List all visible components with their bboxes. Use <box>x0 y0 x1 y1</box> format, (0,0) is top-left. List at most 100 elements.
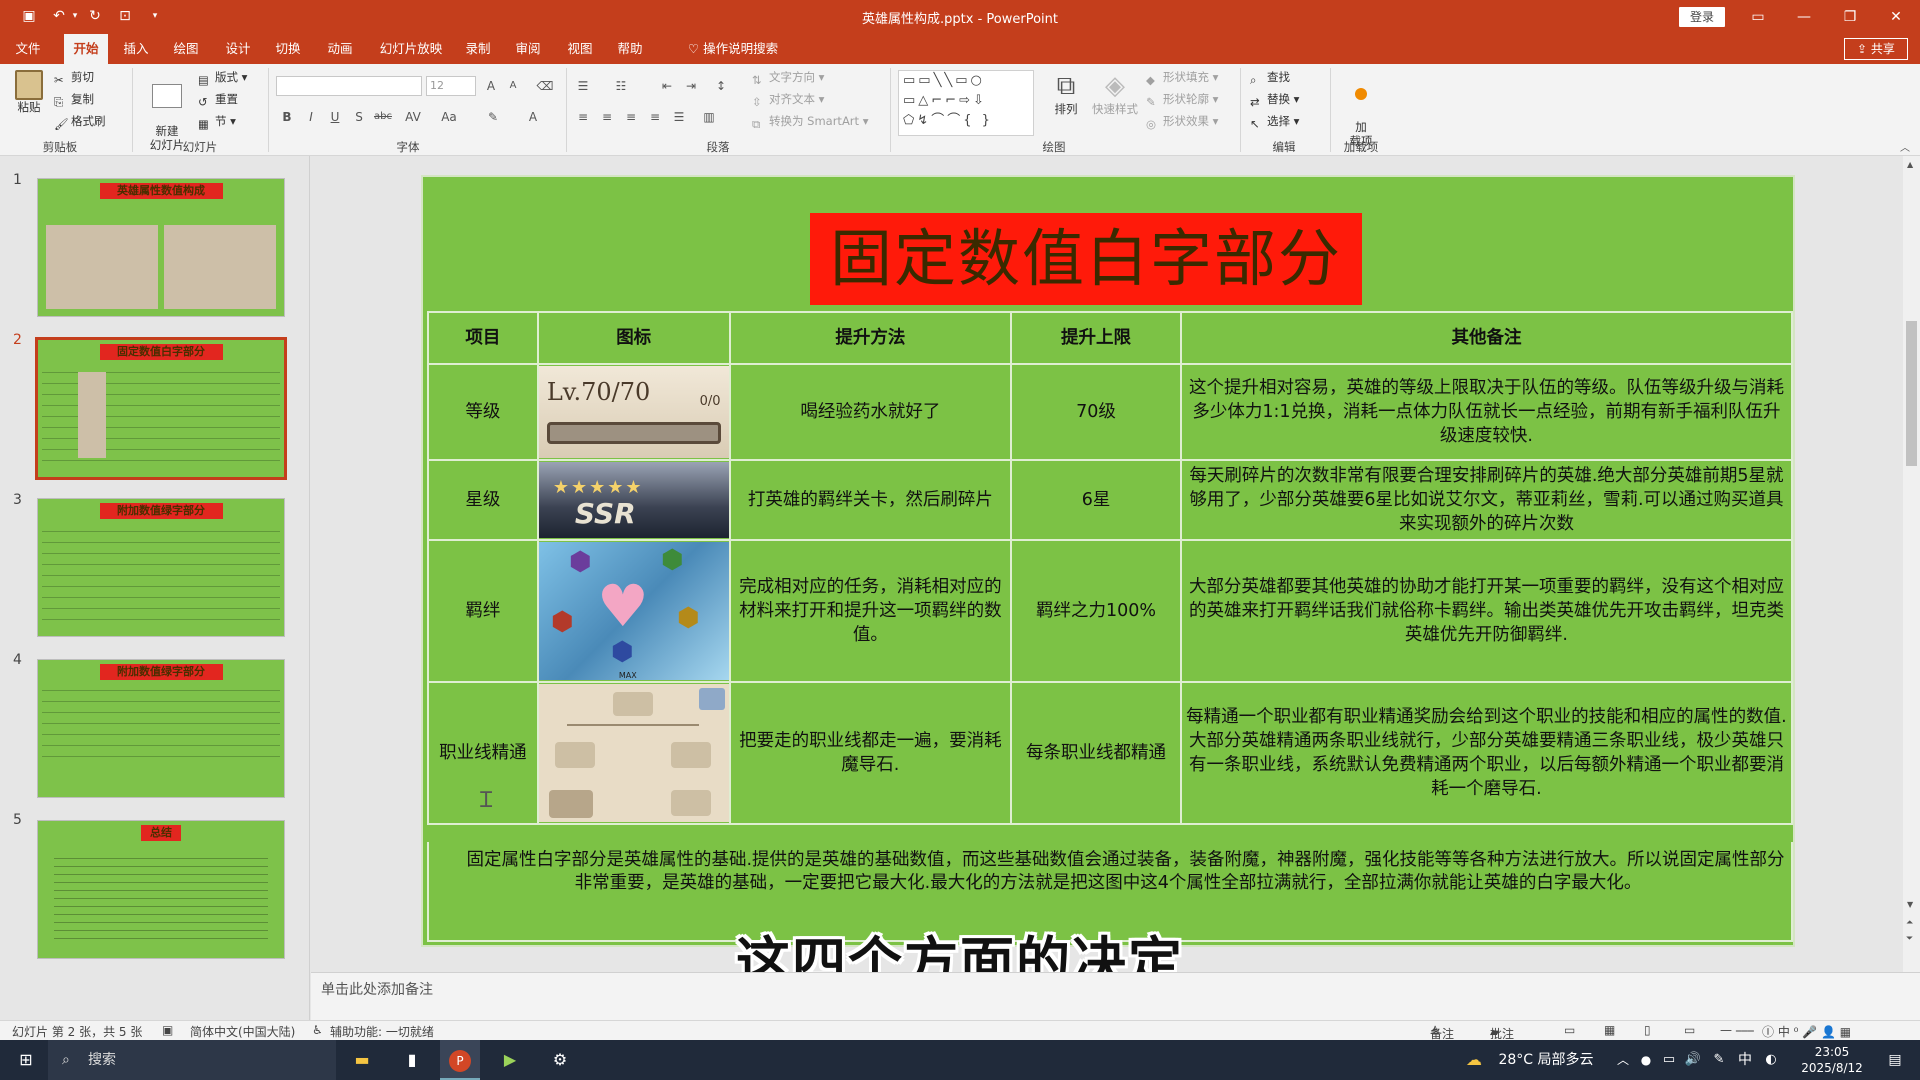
reading-view-icon[interactable]: ▯ <box>1644 1023 1651 1037</box>
cut-button[interactable]: ✂ 剪切 <box>54 68 94 87</box>
slideshow-icon[interactable]: ▭ <box>1684 1023 1695 1037</box>
login-button[interactable]: 登录 <box>1679 7 1725 27</box>
tab-insert[interactable]: 插入 <box>116 34 156 64</box>
font-size-box[interactable]: 12 <box>426 76 476 96</box>
tab-review[interactable]: 审阅 <box>508 34 548 64</box>
shadow-icon[interactable]: S <box>350 108 368 126</box>
windows-start-icon[interactable]: ⊞ <box>8 1040 44 1080</box>
replace-button[interactable]: ⇄ 替换 ▾ <box>1250 90 1299 109</box>
grow-font-icon[interactable]: A <box>482 77 500 95</box>
tab-transitions[interactable]: 切换 <box>268 34 308 64</box>
line-spacing-icon[interactable]: ↕ <box>712 77 730 95</box>
volume-icon[interactable]: 🔊 <box>1682 1040 1704 1080</box>
quick-styles-button[interactable]: ◈ 快速样式 <box>1090 70 1140 116</box>
minimize-icon[interactable]: — <box>1784 4 1824 30</box>
close-icon[interactable]: ✕ <box>1876 4 1916 30</box>
justify-icon[interactable]: ≡ <box>646 108 664 126</box>
ime-indicator[interactable]: 中 <box>1734 1040 1756 1080</box>
tab-help[interactable]: 帮助 <box>610 34 650 64</box>
taskbar-search[interactable]: ⌕ 搜索 <box>48 1040 336 1080</box>
slide-thumbnail-4[interactable]: 附加数值绿字部分 <box>37 659 285 798</box>
next-slide-icon[interactable]: ⏷ <box>1906 934 1913 944</box>
bold-icon[interactable]: B <box>278 108 296 126</box>
file-explorer-icon[interactable]: ▬ <box>344 1040 380 1080</box>
decrease-indent-icon[interactable]: ⇤ <box>658 77 676 95</box>
text-direction-button[interactable]: ⇅ 文字方向 ▾ <box>752 68 824 87</box>
font-color-icon[interactable]: A <box>524 108 542 126</box>
tab-slideshow[interactable]: 幻灯片放映 <box>372 34 450 64</box>
select-button[interactable]: ↖ 选择 ▾ <box>1250 112 1299 131</box>
find-button[interactable]: ⌕ 查找 <box>1250 68 1290 87</box>
ime-mode-icon[interactable]: ◐ <box>1760 1040 1782 1080</box>
pen-icon[interactable]: ✎ <box>1708 1040 1730 1080</box>
slide-thumbnail-2[interactable]: 固定数值白字部分 <box>35 337 287 480</box>
char-spacing-icon[interactable]: AV <box>404 108 422 126</box>
increase-indent-icon[interactable]: ⇥ <box>682 77 700 95</box>
spellcheck-icon[interactable]: ▣ <box>162 1023 173 1037</box>
tray-app-icon[interactable]: ● <box>1636 1040 1656 1080</box>
tab-draw[interactable]: 绘图 <box>166 34 206 64</box>
slide-thumbnail-3[interactable]: 附加数值绿字部分 <box>37 498 285 637</box>
tab-file[interactable]: 文件 <box>8 34 48 64</box>
ribbon-display-icon[interactable]: ▭ <box>1738 4 1778 30</box>
normal-view-icon[interactable]: ▭ <box>1564 1023 1575 1037</box>
reset-button[interactable]: ↺ 重置 <box>198 90 238 109</box>
shapes-gallery[interactable]: ▭▭╲╲▭○ ▭△⌐⌐⇨⇩ ⬠↯⌒⌒{ } <box>898 70 1034 136</box>
app-icon[interactable]: ⚙ <box>540 1040 580 1080</box>
scroll-thumb[interactable] <box>1906 321 1917 466</box>
italic-icon[interactable]: I <box>302 108 320 126</box>
tab-view[interactable]: 视图 <box>560 34 600 64</box>
numbering-icon[interactable]: ☷ <box>612 77 630 95</box>
shape-effects-button[interactable]: ◎ 形状效果 ▾ <box>1146 112 1218 131</box>
notifications-icon[interactable]: ▤ <box>1880 1040 1910 1080</box>
slide-canvas[interactable]: 固定数值白字部分 项目 图标 提升方法 提升上限 其他备注 等级 Lv.70/7… <box>421 175 1795 947</box>
language-status[interactable]: 简体中文(中国大陆) <box>190 1023 295 1040</box>
weather-text[interactable]: 28°C 局部多云 <box>1492 1040 1600 1080</box>
format-painter-button[interactable]: 🖌 格式刷 <box>54 112 106 131</box>
tab-home[interactable]: 开始 <box>64 34 108 64</box>
align-left-icon[interactable]: ≡ <box>574 108 592 126</box>
vertical-scrollbar[interactable]: ▲ ▼ ⏶ ⏷ <box>1903 156 1920 972</box>
change-case-icon[interactable]: Aa <box>440 108 458 126</box>
tab-record[interactable]: 录制 <box>458 34 498 64</box>
slide-thumbnail-1[interactable]: 英雄属性数值构成 <box>37 178 285 317</box>
bullets-icon[interactable]: ☰ <box>574 77 592 95</box>
tray-chevron-icon[interactable]: ︿ <box>1612 1040 1634 1080</box>
media-player-icon[interactable]: ▶ <box>490 1040 530 1080</box>
distributed-icon[interactable]: ☰ <box>670 108 688 126</box>
shape-fill-button[interactable]: ◆ 形状填充 ▾ <box>1146 68 1218 87</box>
powerpoint-taskbar-icon[interactable]: P <box>440 1040 480 1080</box>
scroll-up-icon[interactable]: ▲ <box>1907 160 1913 169</box>
previous-slide-icon[interactable]: ⏶ <box>1906 918 1913 928</box>
summary-text[interactable]: 固定属性白字部分是英雄属性的基础.提供的是英雄的基础数值，而这些基础数值会通过装… <box>423 849 1793 895</box>
weather-icon[interactable]: ☁ <box>1460 1040 1488 1080</box>
tab-animations[interactable]: 动画 <box>320 34 360 64</box>
attribute-table[interactable]: 项目 图标 提升方法 提升上限 其他备注 等级 Lv.70/70 0/0 喝经验… <box>427 311 1794 825</box>
align-text-button[interactable]: ⇳ 对齐文本 ▾ <box>752 90 824 109</box>
highlight-icon[interactable]: ✎ <box>484 108 502 126</box>
paste-button[interactable]: 粘贴 <box>10 70 48 114</box>
layout-button[interactable]: ▤ 版式 ▾ <box>198 68 247 87</box>
network-icon[interactable]: ▭ <box>1658 1040 1680 1080</box>
align-right-icon[interactable]: ≡ <box>622 108 640 126</box>
smartart-button[interactable]: ⧉ 转换为 SmartArt ▾ <box>752 112 868 131</box>
align-center-icon[interactable]: ≡ <box>598 108 616 126</box>
underline-icon[interactable]: U <box>326 108 344 126</box>
clear-format-icon[interactable]: ⌫ <box>536 77 554 95</box>
accessibility-status[interactable]: 辅助功能: 一切就绪 <box>330 1023 434 1040</box>
copy-button[interactable]: ⎘ 复制 <box>54 90 94 109</box>
clock[interactable]: 23:05 2025/8/12 <box>1792 1040 1872 1080</box>
font-name-box[interactable] <box>276 76 422 96</box>
restore-icon[interactable]: ❐ <box>1830 4 1870 30</box>
notes-pane[interactable]: 单击此处添加备注 <box>311 972 1920 1020</box>
strikethrough-icon[interactable]: abc <box>374 108 392 126</box>
slide-sorter-icon[interactable]: ▦ <box>1604 1023 1615 1037</box>
section-button[interactable]: ▦ 节 ▾ <box>198 112 236 131</box>
columns-icon[interactable]: ▥ <box>700 108 718 126</box>
shrink-font-icon[interactable]: A <box>504 77 522 95</box>
slide-title[interactable]: 固定数值白字部分 <box>810 213 1362 305</box>
tell-me-search[interactable]: ♡ 操作说明搜索 <box>668 34 798 64</box>
input-method-toolbar[interactable]: Ⓘ 中 ⁰ 🎤 👤 ▦ <box>1760 1023 1854 1040</box>
shape-outline-button[interactable]: ✎ 形状轮廓 ▾ <box>1146 90 1218 109</box>
tab-design[interactable]: 设计 <box>218 34 258 64</box>
